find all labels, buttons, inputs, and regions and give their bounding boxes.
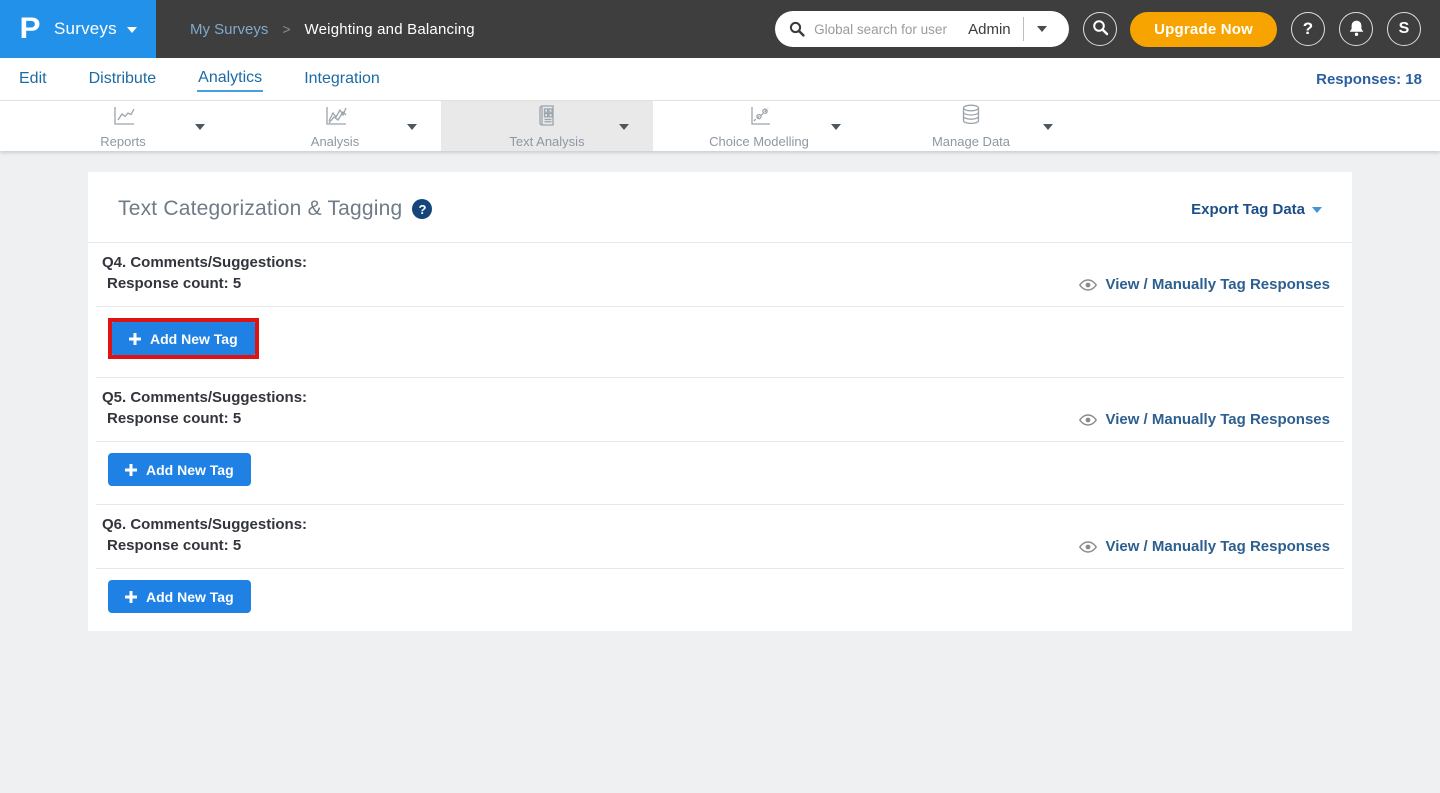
- tab-label: Reports: [100, 134, 146, 149]
- question-mark-icon: ?: [1303, 19, 1313, 39]
- tab-choice-modelling[interactable]: Choice Modelling: [653, 101, 865, 151]
- breadcrumb-current-survey: Weighting and Balancing: [305, 21, 475, 38]
- chevron-down-icon[interactable]: [1043, 124, 1053, 130]
- breadcrumb-my-surveys[interactable]: My Surveys: [190, 21, 268, 38]
- add-new-tag-label: Add New Tag: [150, 331, 238, 347]
- eye-icon: [1079, 279, 1097, 291]
- question-mark-icon[interactable]: ?: [412, 199, 432, 219]
- chevron-down-icon[interactable]: [407, 124, 417, 130]
- notifications-button[interactable]: [1339, 12, 1373, 46]
- breadcrumb: My Surveys > Weighting and Balancing: [190, 21, 475, 38]
- eye-icon: [1079, 414, 1097, 426]
- plus-icon: [125, 591, 137, 603]
- top-header: P Surveys My Surveys > Weighting and Bal…: [0, 0, 1440, 58]
- tab-label: Analysis: [311, 134, 359, 149]
- question-section-q6: Q6. Comments/Suggestions: Response count…: [88, 505, 1352, 631]
- nav-item-distribute[interactable]: Distribute: [88, 67, 158, 91]
- avatar-initial: S: [1399, 20, 1410, 38]
- upgrade-now-button[interactable]: Upgrade Now: [1130, 12, 1277, 47]
- database-icon: [958, 103, 984, 133]
- search-icon: [1092, 19, 1109, 39]
- responses-count: Responses: 18: [1316, 71, 1422, 88]
- section-header: Q6. Comments/Suggestions: Response count…: [88, 505, 1352, 568]
- question-section-q5: Q5. Comments/Suggestions: Response count…: [88, 378, 1352, 505]
- view-link-label: View / Manually Tag Responses: [1105, 276, 1330, 293]
- chevron-down-icon[interactable]: [619, 124, 629, 130]
- chevron-down-icon: [1312, 207, 1322, 213]
- chevron-down-icon[interactable]: [195, 124, 205, 130]
- proprofs-logo: P: [19, 12, 40, 46]
- help-button[interactable]: ?: [1291, 12, 1325, 46]
- add-new-tag-button[interactable]: Add New Tag: [112, 322, 255, 355]
- plus-icon: [129, 333, 141, 345]
- bell-icon: [1348, 19, 1365, 40]
- button-row: Add New Tag: [88, 569, 1352, 631]
- add-new-tag-label: Add New Tag: [146, 462, 234, 478]
- question-label: Q5. Comments/Suggestions:: [102, 387, 1338, 408]
- user-avatar[interactable]: S: [1387, 12, 1421, 46]
- tab-text-analysis[interactable]: Text Analysis: [441, 101, 653, 151]
- view-link-label: View / Manually Tag Responses: [1105, 538, 1330, 555]
- view-manually-tag-link[interactable]: View / Manually Tag Responses: [1079, 276, 1330, 293]
- multi-line-chart-icon: [322, 104, 349, 133]
- surveys-app-switcher[interactable]: P Surveys: [0, 0, 156, 58]
- header-actions: Admin Upgrade Now ? S: [775, 11, 1440, 47]
- tab-reports[interactable]: Reports: [17, 101, 229, 151]
- nav-item-edit[interactable]: Edit: [18, 67, 48, 91]
- view-manually-tag-link[interactable]: View / Manually Tag Responses: [1079, 538, 1330, 555]
- text-document-grid-icon: [534, 104, 560, 133]
- tab-analysis[interactable]: Analysis: [229, 101, 441, 151]
- nav-item-integration[interactable]: Integration: [303, 67, 381, 91]
- text-tagging-card: Text Categorization & Tagging ? Export T…: [88, 172, 1352, 631]
- section-header: Q5. Comments/Suggestions: Response count…: [88, 378, 1352, 441]
- tab-manage-data[interactable]: Manage Data: [865, 101, 1077, 151]
- header-search-button[interactable]: [1083, 12, 1117, 46]
- button-row: Add New Tag: [88, 442, 1352, 504]
- global-search-box[interactable]: Admin: [775, 11, 1069, 47]
- nav-item-analytics[interactable]: Analytics: [197, 66, 263, 92]
- button-row: Add New Tag: [88, 307, 1352, 377]
- line-chart-icon: [110, 104, 137, 133]
- eye-icon: [1079, 541, 1097, 553]
- breadcrumb-separator: >: [282, 21, 290, 37]
- tab-label: Choice Modelling: [709, 134, 809, 149]
- add-new-tag-button[interactable]: Add New Tag: [108, 453, 251, 486]
- add-new-tag-button[interactable]: Add New Tag: [108, 580, 251, 613]
- analytics-tab-bar: Reports Analysis Text Analysis Choice Mo…: [0, 100, 1440, 151]
- global-search-input[interactable]: [814, 22, 966, 37]
- survey-nav: Edit Distribute Analytics Integration Re…: [0, 58, 1440, 100]
- add-new-tag-label: Add New Tag: [146, 589, 234, 605]
- search-scope-label: Admin: [968, 21, 1011, 38]
- scatter-trend-icon: [746, 104, 773, 133]
- search-icon: [789, 21, 805, 37]
- export-tag-data-dropdown[interactable]: Export Tag Data: [1191, 201, 1322, 218]
- chevron-down-icon: [127, 27, 137, 33]
- app-label: Surveys: [54, 19, 117, 39]
- plus-icon: [125, 464, 137, 476]
- view-manually-tag-link[interactable]: View / Manually Tag Responses: [1079, 411, 1330, 428]
- chevron-down-icon: [1037, 26, 1047, 32]
- page-content: Text Categorization & Tagging ? Export T…: [0, 151, 1440, 631]
- view-link-label: View / Manually Tag Responses: [1105, 411, 1330, 428]
- red-highlight-box: Add New Tag: [108, 318, 259, 359]
- page-title: Text Categorization & Tagging: [118, 197, 402, 221]
- search-scope-dropdown[interactable]: [1024, 11, 1060, 47]
- section-header: Q4. Comments/Suggestions: Response count…: [88, 243, 1352, 306]
- export-tag-data-label: Export Tag Data: [1191, 201, 1305, 218]
- card-header: Text Categorization & Tagging ? Export T…: [88, 172, 1352, 242]
- question-label: Q6. Comments/Suggestions:: [102, 514, 1338, 535]
- tab-label: Text Analysis: [509, 134, 584, 149]
- tab-label: Manage Data: [932, 134, 1010, 149]
- chevron-down-icon[interactable]: [831, 124, 841, 130]
- question-section-q4: Q4. Comments/Suggestions: Response count…: [88, 243, 1352, 378]
- question-label: Q4. Comments/Suggestions:: [102, 252, 1338, 273]
